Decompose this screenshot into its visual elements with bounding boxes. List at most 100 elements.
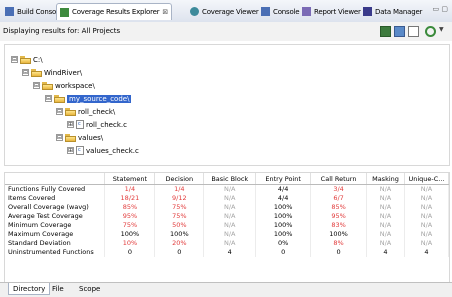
coverage-viewer-icon [190,7,199,16]
tree-item[interactable]: ⊟ values\ [56,132,103,143]
tree-item[interactable]: ⊟ roll_check\ [56,106,115,117]
table-header-row: Statement Decision Basic Block Entry Poi… [5,173,450,185]
table-cell: N/A [366,184,405,194]
table-cell: 100% [255,230,312,239]
table-cell: 50% [154,221,205,230]
table-cell: 85% [104,203,156,212]
table-cell: N/A [404,230,450,239]
column-header[interactable]: Entry Point [255,173,312,185]
tree-item[interactable]: ⊟ WindRiver\ [22,67,82,78]
table-row[interactable]: Average Test Coverage 95% 75% N/A 100% 95% N/A… [5,212,450,221]
coverage-summary-table: Statement Decision Basic Block Entry Poi… [4,172,450,283]
table-cell: 95% [310,212,368,221]
tree-item-label: roll_check.c [86,120,127,129]
table-cell: 4/4 [255,184,312,194]
table-cell: N/A [203,203,257,212]
folder-icon [20,55,31,64]
tab-label: Coverage Results Explorer [72,8,160,16]
collapse-icon[interactable]: ⊟ [56,108,63,115]
close-icon[interactable]: ⊠ [162,8,168,16]
report-icon [302,7,311,16]
collapse-icon[interactable]: ⊟ [11,56,18,63]
table-cell: 18/21 [104,194,156,203]
table-row[interactable]: Overall Coverage (wavg) 85% 75% N/A 100% 85% N… [5,203,450,212]
tab-console[interactable]: Console [258,3,302,20]
tree-item[interactable]: ⊟ C:\ [11,54,43,65]
tree-item[interactable]: ⊟ workspace\ [33,80,95,91]
tab-coverage-results-explorer[interactable]: Coverage Results Explorer ⊠ [56,3,173,20]
folder-icon [65,133,76,142]
view-tab-bar: Build Console Coverage Results Explorer … [0,0,452,23]
column-header[interactable]: Call Return [310,173,368,185]
tab-report-viewer[interactable]: Report Viewer [299,3,364,20]
table-cell: N/A [366,212,405,221]
column-header[interactable]: Masking [366,173,405,185]
column-header[interactable]: Basic Block [203,173,257,185]
table-cell: N/A [366,194,405,203]
expand-icon[interactable]: ⊞ [67,121,74,128]
table-cell: 0 [255,248,312,257]
tab-label: Console [273,7,300,16]
table-cell: N/A [404,221,450,230]
table-row[interactable]: Items Covered 18/21 9/12 N/A 4/4 6/7 N/A N/A [5,194,450,203]
refresh-icon[interactable] [425,26,436,37]
folder-icon [42,81,53,90]
table-cell: N/A [404,184,450,194]
table-cell: 6/7 [310,194,368,203]
tree-item-label: roll_check\ [78,107,116,116]
tree-item-label: values_check.c [86,146,139,155]
table-row[interactable]: Uninstrumented Functions 0 0 4 0 0 4 4 [5,248,450,257]
row-label: Maximum Coverage [5,230,106,239]
table-cell: N/A [203,230,257,239]
tab-coverage-viewer[interactable]: Coverage Viewer [187,3,262,20]
row-label: Standard Deviation [5,239,106,248]
bottom-tab-bar: Directory File Scope [0,282,452,297]
table-cell: 75% [154,212,205,221]
window-controls[interactable]: ▭ ▢ [433,5,448,13]
table-cell: 8% [310,239,368,248]
tab-scope[interactable]: Scope [75,283,104,295]
collapse-all-icon[interactable] [408,26,419,37]
tab-file[interactable]: File [48,283,68,295]
view-menu-icon[interactable]: ▼ [439,26,450,37]
table-row[interactable]: Maximum Coverage 100% 100% N/A 100% 100% N/A N/… [5,230,450,239]
row-label: Items Covered [5,194,106,203]
table-cell: 4/4 [255,194,312,203]
tree-item-selected[interactable]: ⊟ my_source_code\ [45,93,132,104]
table-cell: 0 [154,248,205,257]
folder-icon [54,94,65,103]
collapse-icon[interactable]: ⊟ [45,95,52,102]
tree-item-label: workspace\ [55,81,95,90]
table-cell: 100% [255,212,312,221]
table-row[interactable]: Minimum Coverage 75% 50% N/A 100% 83% N/A N/A [5,221,450,230]
table-cell: 100% [255,203,312,212]
table-cell: 9/12 [154,194,205,203]
table-cell: 1/4 [154,184,205,194]
expand-icon[interactable]: ⊞ [67,147,74,154]
tree-item[interactable]: ⊞ values_check.c [67,145,139,156]
table-row[interactable]: Standard Deviation 10% 20% N/A 0% 8% N/A N/A [5,239,450,248]
table-cell: N/A [366,221,405,230]
tab-data-manager[interactable]: Data Manager [360,3,425,20]
tree-item[interactable]: ⊞ roll_check.c [67,119,127,130]
collapse-icon[interactable]: ⊟ [33,82,40,89]
table-cell: N/A [203,184,257,194]
collapse-icon[interactable]: ⊟ [56,134,63,141]
table-cell: N/A [366,203,405,212]
table-cell: 100% [255,221,312,230]
tab-directory[interactable]: Directory [8,283,51,295]
coverage-grid-icon[interactable] [380,26,391,37]
coverage-results-icon [60,7,69,17]
tree-item-label: WindRiver\ [44,68,83,77]
table-cell: N/A [203,212,257,221]
column-header[interactable] [5,173,106,185]
column-header[interactable]: Unique-C... [404,173,450,185]
column-header[interactable]: Statement [104,173,156,185]
table-row[interactable]: Functions Fully Covered 1/4 1/4 N/A 4/4 3/4 N/… [5,184,450,194]
expand-all-icon[interactable] [394,26,405,37]
table-cell: 83% [310,221,368,230]
collapse-icon[interactable]: ⊟ [22,69,29,76]
table-cell: 75% [104,221,156,230]
column-header[interactable]: Decision [154,173,205,185]
table-cell: N/A [366,239,405,248]
